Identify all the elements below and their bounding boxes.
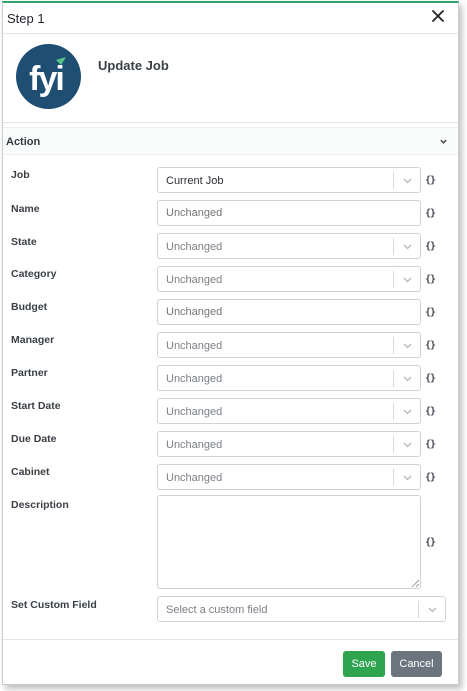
dialog-header: Step 1 (3, 3, 458, 34)
budget-input[interactable] (157, 299, 421, 325)
variable-icon[interactable]: {} (425, 406, 436, 417)
name-input[interactable] (157, 200, 421, 226)
resize-handle-icon[interactable] (411, 579, 420, 588)
partner-label: Partner (11, 367, 48, 379)
state-select[interactable]: Unchanged (157, 233, 421, 259)
chevron-down-icon (403, 376, 412, 382)
dialog-title: Step 1 (7, 11, 45, 26)
step-dialog: Step 1 fyi Update Job Action Job Current… (2, 1, 459, 685)
close-icon[interactable] (430, 8, 446, 24)
manager-select[interactable]: Unchanged (157, 332, 421, 358)
section-title: Action (6, 136, 41, 148)
variable-icon[interactable]: {} (425, 175, 436, 186)
cabinet-label: Cabinet (11, 466, 50, 478)
select-separator (393, 436, 394, 453)
chevron-down-icon (403, 442, 412, 448)
variable-icon[interactable]: {} (425, 208, 436, 219)
select-separator (418, 601, 419, 618)
save-button[interactable]: Save (343, 651, 385, 677)
chevron-down-icon (403, 475, 412, 481)
chevron-down-icon (403, 244, 412, 250)
select-separator (393, 469, 394, 486)
job-select[interactable]: Current Job (157, 167, 421, 193)
description-textarea[interactable] (157, 495, 421, 589)
cabinet-select-value: Unchanged (166, 472, 223, 484)
category-label: Category (11, 268, 57, 280)
svg-text:fyi: fyi (29, 60, 63, 98)
custom-field-select[interactable]: Select a custom field (157, 596, 446, 622)
select-separator (393, 337, 394, 354)
fyi-logo: fyi (16, 44, 81, 109)
custom-field-placeholder: Select a custom field (166, 604, 268, 616)
start-date-select[interactable]: Unchanged (157, 398, 421, 424)
variable-icon[interactable]: {} (425, 307, 436, 318)
action-section-header[interactable]: Action (3, 127, 458, 155)
chevron-down-icon (428, 607, 437, 613)
job-label: Job (11, 169, 30, 181)
name-label: Name (11, 203, 40, 215)
description-label: Description (11, 499, 69, 511)
chevron-down-icon (403, 343, 412, 349)
select-separator (393, 271, 394, 288)
budget-label: Budget (11, 301, 48, 313)
select-separator (393, 370, 394, 387)
variable-icon[interactable]: {} (425, 340, 436, 351)
manager-label: Manager (11, 334, 55, 346)
category-select[interactable]: Unchanged (157, 266, 421, 292)
custom-field-label: Set Custom Field (11, 599, 97, 611)
manager-select-value: Unchanged (166, 340, 223, 352)
select-separator (393, 403, 394, 420)
due-date-label: Due Date (11, 433, 57, 445)
job-select-value: Current Job (166, 175, 224, 187)
variable-icon[interactable]: {} (425, 274, 436, 285)
dialog-footer: Save Cancel (3, 639, 458, 686)
start-date-select-value: Unchanged (166, 406, 223, 418)
due-date-select-value: Unchanged (166, 439, 223, 451)
chevron-down-icon (440, 139, 447, 144)
partner-select[interactable]: Unchanged (157, 365, 421, 391)
state-select-value: Unchanged (166, 241, 223, 253)
state-label: State (11, 236, 37, 248)
variable-icon[interactable]: {} (425, 472, 436, 483)
category-select-value: Unchanged (166, 274, 223, 286)
cabinet-select[interactable]: Unchanged (157, 464, 421, 490)
variable-icon[interactable]: {} (425, 439, 436, 450)
partner-select-value: Unchanged (166, 373, 223, 385)
action-title: Update Job (98, 58, 169, 73)
select-separator (393, 172, 394, 189)
chevron-down-icon (403, 178, 412, 184)
action-intro: fyi Update Job (3, 34, 458, 123)
due-date-select[interactable]: Unchanged (157, 431, 421, 457)
variable-icon[interactable]: {} (425, 241, 436, 252)
variable-icon[interactable]: {} (425, 373, 436, 384)
chevron-down-icon (403, 409, 412, 415)
chevron-down-icon (403, 277, 412, 283)
start-date-label: Start Date (11, 400, 61, 412)
cancel-button[interactable]: Cancel (391, 651, 442, 677)
select-separator (393, 238, 394, 255)
variable-icon[interactable]: {} (425, 537, 436, 548)
